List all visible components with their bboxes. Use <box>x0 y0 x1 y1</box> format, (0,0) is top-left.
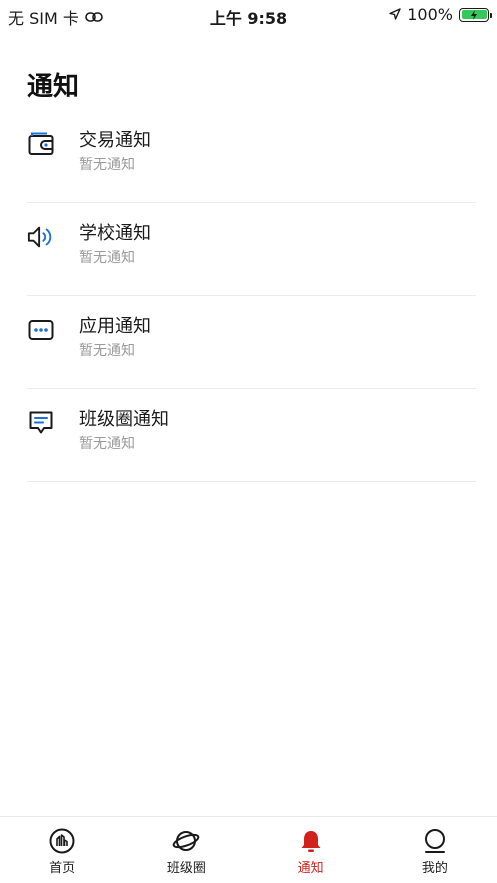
page-title: 通知 <box>27 72 80 102</box>
status-bar: 无 SIM 卡 上午 9:58 100% <box>0 0 497 30</box>
notification-item-app[interactable]: 应用通知 暂无通知 <box>27 296 476 389</box>
tab-label: 班级圈 <box>166 861 206 876</box>
item-title: 应用通知 <box>79 316 151 337</box>
tab-class-circle[interactable]: 班级圈 <box>124 817 248 883</box>
message-icon <box>27 409 55 437</box>
wallet-icon <box>27 130 55 158</box>
home-icon <box>48 827 76 855</box>
item-title: 交易通知 <box>79 130 151 151</box>
tab-label: 首页 <box>49 861 76 876</box>
speaker-icon <box>27 223 55 251</box>
tab-bar: 首页 班级圈 通知 我的 <box>0 816 497 883</box>
location-arrow-icon <box>389 5 401 24</box>
item-subtitle: 暂无通知 <box>79 250 135 266</box>
tab-profile[interactable]: 我的 <box>373 817 497 883</box>
tab-label: 通知 <box>297 861 324 876</box>
item-subtitle: 暂无通知 <box>79 436 135 452</box>
notification-item-trade[interactable]: 交易通知 暂无通知 <box>27 110 476 203</box>
bell-icon <box>297 827 325 855</box>
battery-icon <box>459 7 492 22</box>
item-subtitle: 暂无通知 <box>79 343 135 359</box>
tab-home[interactable]: 首页 <box>0 817 124 883</box>
planet-icon <box>172 827 200 855</box>
profile-icon <box>421 827 449 855</box>
notification-list: 交易通知 暂无通知 学校通知 暂无通知 应用通知 暂无通知 班级圈通知 暂无通知 <box>27 110 476 482</box>
tab-label: 我的 <box>421 861 448 876</box>
tab-notifications[interactable]: 通知 <box>249 817 373 883</box>
item-title: 学校通知 <box>79 223 151 244</box>
notification-item-class-circle[interactable]: 班级圈通知 暂无通知 <box>27 389 476 482</box>
notification-item-school[interactable]: 学校通知 暂无通知 <box>27 203 476 296</box>
item-title: 班级圈通知 <box>79 409 169 430</box>
item-subtitle: 暂无通知 <box>79 157 135 173</box>
status-right: 100% <box>389 5 492 24</box>
apps-icon <box>27 316 55 344</box>
battery-percent: 100% <box>407 5 453 24</box>
